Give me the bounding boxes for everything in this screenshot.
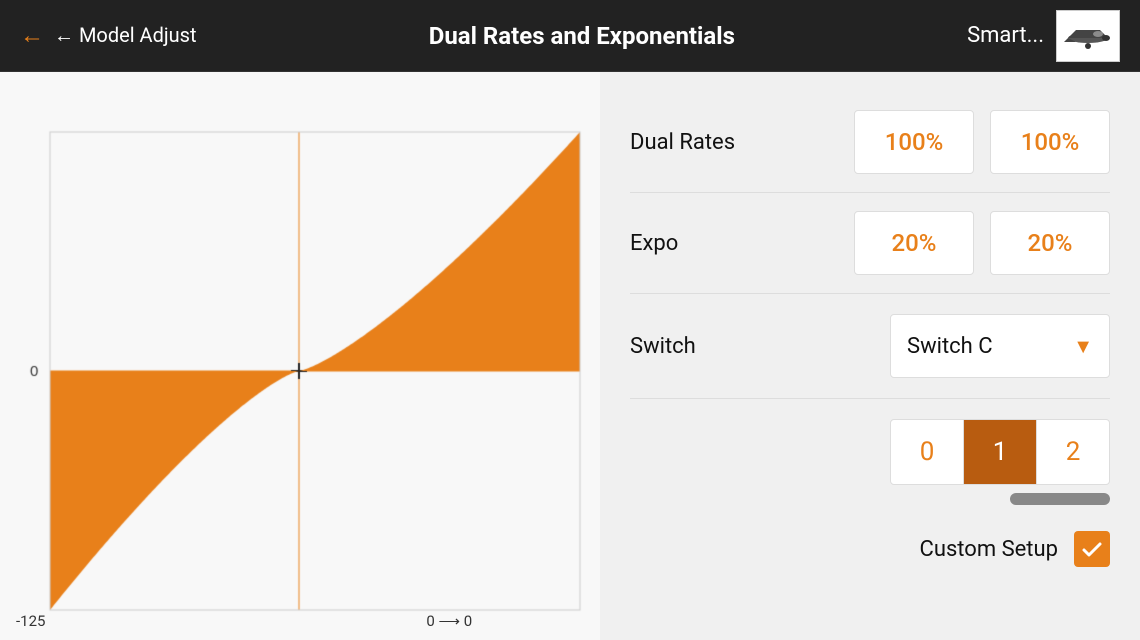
dual-rates-value-2[interactable]: 100%	[990, 110, 1110, 174]
checkmark-icon	[1080, 537, 1104, 561]
switch-pos-0[interactable]: 0	[891, 420, 964, 484]
switch-dropdown-value: Switch C	[907, 334, 993, 359]
graph-panel: Switch Position: 1 +125 -125 0 ⟶ 0	[0, 72, 600, 640]
airplane-svg	[1060, 14, 1116, 58]
switch-pos-1[interactable]: 1	[964, 420, 1037, 484]
back-button[interactable]: ← ← Model Adjust	[20, 21, 197, 50]
expo-row: Expo 20% 20%	[630, 193, 1110, 294]
airplane-icon	[1056, 10, 1120, 62]
switch-position-selector: 0 1 2	[890, 419, 1110, 485]
dual-rates-value-1[interactable]: 100%	[854, 110, 974, 174]
header-right: Smart...	[967, 10, 1120, 62]
dual-rates-row: Dual Rates 100% 100%	[630, 92, 1110, 193]
model-name: Smart...	[967, 23, 1044, 48]
expo-values: 20% 20%	[854, 211, 1110, 275]
back-arrow-icon: ←	[20, 21, 44, 50]
switch-position-section: 0 1 2	[630, 399, 1110, 515]
main-content: Switch Position: 1 +125 -125 0 ⟶ 0 Dual …	[0, 72, 1140, 640]
switch-dropdown[interactable]: Switch C ▼	[890, 314, 1110, 378]
switch-label: Switch	[630, 334, 760, 359]
dropdown-arrow-icon: ▼	[1073, 334, 1093, 359]
expo-value-1[interactable]: 20%	[854, 211, 974, 275]
custom-setup-row: Custom Setup	[630, 515, 1110, 567]
right-panel: Dual Rates 100% 100% Expo 20% 20% Switch…	[600, 72, 1140, 640]
x-label-bottom: 0 ⟶ 0	[426, 612, 472, 630]
dual-rates-values: 100% 100%	[854, 110, 1110, 174]
y-label-bottom: -125	[16, 612, 45, 630]
graph-canvas	[0, 72, 600, 640]
header: ← ← Model Adjust Dual Rates and Exponent…	[0, 0, 1140, 72]
switch-slider-track	[1010, 493, 1110, 505]
custom-setup-label: Custom Setup	[920, 537, 1059, 562]
custom-setup-checkbox[interactable]	[1074, 531, 1110, 567]
expo-label: Expo	[630, 231, 760, 256]
back-label: ← Model Adjust	[54, 23, 197, 48]
expo-value-2[interactable]: 20%	[990, 211, 1110, 275]
switch-row: Switch Switch C ▼	[630, 294, 1110, 399]
page-title: Dual Rates and Exponentials	[197, 22, 968, 50]
dual-rates-label: Dual Rates	[630, 130, 760, 155]
switch-pos-2[interactable]: 2	[1037, 420, 1109, 484]
